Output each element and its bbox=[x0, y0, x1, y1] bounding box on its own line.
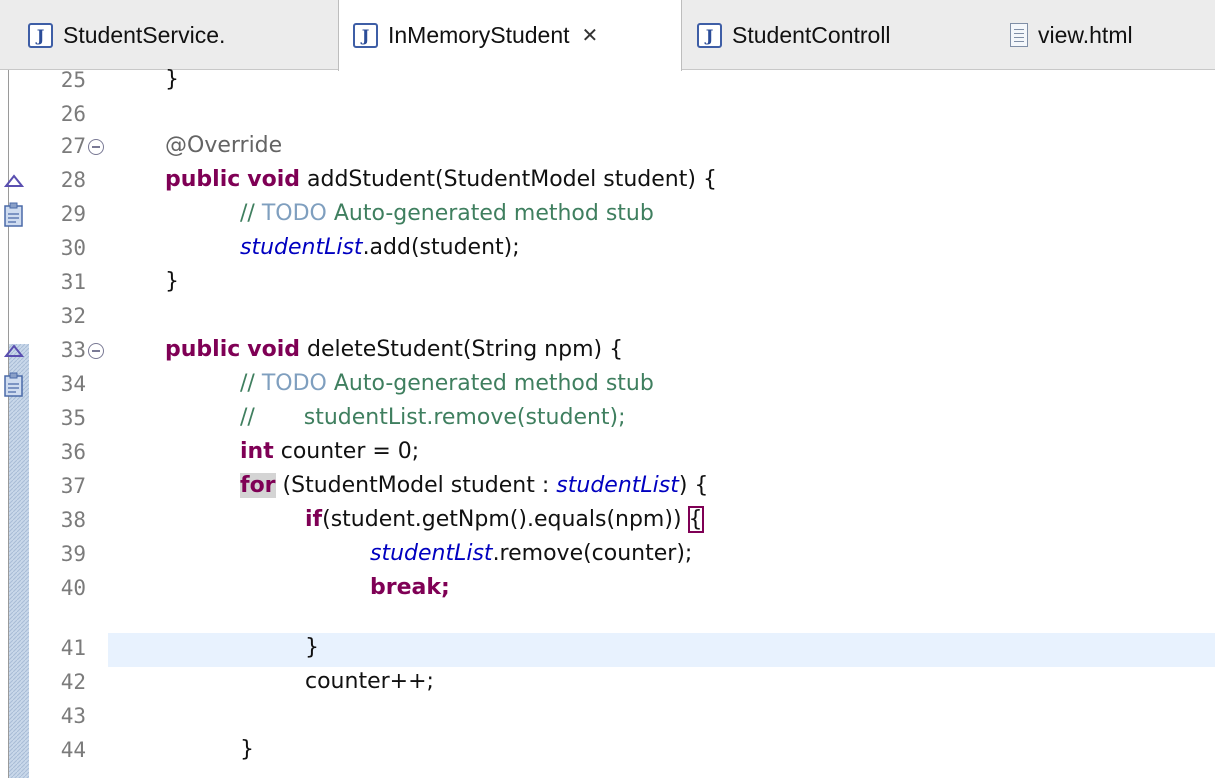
line-number: 32 bbox=[60, 304, 86, 328]
line-number: 35 bbox=[60, 406, 86, 430]
code-line: 38 if(student.getNpm().equals(npm)) { bbox=[0, 505, 1215, 539]
collapse-fold-icon[interactable] bbox=[88, 139, 104, 155]
java-file-icon: J bbox=[28, 22, 53, 48]
line-number: 29 bbox=[60, 202, 86, 226]
tab-label: StudentService. bbox=[63, 21, 226, 48]
tab-label: view.html bbox=[1038, 21, 1133, 48]
line-number: 41 bbox=[60, 636, 86, 660]
tab-view-html[interactable]: view.html bbox=[1010, 0, 1215, 70]
tab-inmemorystudent[interactable]: J InMemoryStudent ✕ bbox=[338, 0, 682, 71]
code-text: counter++; bbox=[305, 669, 434, 694]
line-number: 40 bbox=[60, 576, 86, 600]
code-text: public void addStudent(StudentModel stud… bbox=[165, 167, 717, 192]
code-line: 43 bbox=[0, 701, 1215, 735]
code-editor[interactable]: 25 } 26 27 @Override 28 public void addS… bbox=[0, 67, 1215, 778]
close-tab-icon[interactable]: ✕ bbox=[582, 26, 599, 46]
line-number: 26 bbox=[60, 102, 86, 126]
code-text: // TODO Auto-generated method stub bbox=[240, 371, 654, 396]
line-number: 37 bbox=[60, 474, 86, 498]
code-text: } bbox=[165, 269, 179, 294]
line-number: 27 bbox=[60, 134, 86, 158]
code-text: if(student.getNpm().equals(npm)) { bbox=[305, 506, 704, 533]
matching-bracket: { bbox=[687, 506, 704, 533]
line-number: 42 bbox=[60, 670, 86, 694]
java-file-icon: J bbox=[697, 22, 722, 48]
code-text: } bbox=[165, 67, 179, 92]
code-text: } bbox=[305, 635, 319, 660]
code-line: 31 } bbox=[0, 267, 1215, 301]
line-number: 31 bbox=[60, 270, 86, 294]
editor-tab-bar: J StudentService. J InMemoryStudent ✕ J … bbox=[0, 0, 1215, 71]
line-number: 25 bbox=[60, 68, 86, 92]
code-line: 35 // studentList.remove(student); bbox=[0, 403, 1215, 437]
line-number: 33 bbox=[60, 338, 86, 362]
code-text: public void deleteStudent(String npm) { bbox=[165, 337, 624, 362]
line-number: 34 bbox=[60, 372, 86, 396]
code-line: 30 studentList.add(student); bbox=[0, 233, 1215, 267]
code-line: 27 @Override bbox=[0, 131, 1215, 165]
code-line: 42 counter++; bbox=[0, 667, 1215, 701]
tab-label: StudentControll bbox=[732, 21, 891, 48]
code-text: int counter = 0; bbox=[240, 439, 420, 464]
html-file-icon bbox=[1010, 23, 1028, 47]
line-number: 28 bbox=[60, 168, 86, 192]
code-line: 28 public void addStudent(StudentModel s… bbox=[0, 165, 1215, 199]
code-text: // studentList.remove(student); bbox=[240, 405, 626, 430]
code-text: break; bbox=[370, 575, 450, 600]
code-text: } bbox=[240, 737, 254, 762]
code-line: 44 } bbox=[0, 735, 1215, 769]
line-number: 43 bbox=[60, 704, 86, 728]
line-number: 44 bbox=[60, 738, 86, 762]
collapse-fold-icon[interactable] bbox=[88, 343, 104, 359]
code-line: 40 break; bbox=[0, 573, 1215, 607]
code-line: 37 for (StudentModel student : studentLi… bbox=[0, 471, 1215, 505]
line-number: 36 bbox=[60, 440, 86, 464]
line-number: 30 bbox=[60, 236, 86, 260]
code-line: 41 } bbox=[0, 633, 1215, 667]
code-line: 33 public void deleteStudent(String npm)… bbox=[0, 335, 1215, 369]
code-text: // TODO Auto-generated method stub bbox=[240, 201, 654, 226]
code-text: for (StudentModel student : studentList)… bbox=[240, 473, 709, 498]
java-file-icon: J bbox=[353, 23, 378, 48]
code-line: 39 studentList.remove(counter); bbox=[0, 539, 1215, 573]
line-number: 39 bbox=[60, 542, 86, 566]
code-line: 29 // TODO Auto-generated method stub bbox=[0, 199, 1215, 233]
code-text: @Override bbox=[165, 133, 283, 158]
code-line: 36 int counter = 0; bbox=[0, 437, 1215, 471]
tab-studentcontroller[interactable]: J StudentControll bbox=[697, 0, 997, 70]
code-text: studentList.remove(counter); bbox=[370, 541, 693, 566]
code-text: studentList.add(student); bbox=[240, 235, 520, 260]
code-line: 26 bbox=[0, 99, 1215, 133]
code-line: 34 // TODO Auto-generated method stub bbox=[0, 369, 1215, 403]
code-line: 32 bbox=[0, 301, 1215, 335]
line-number: 38 bbox=[60, 508, 86, 532]
tab-studentservice[interactable]: J StudentService. bbox=[28, 0, 328, 70]
tab-label: InMemoryStudent bbox=[388, 22, 570, 48]
